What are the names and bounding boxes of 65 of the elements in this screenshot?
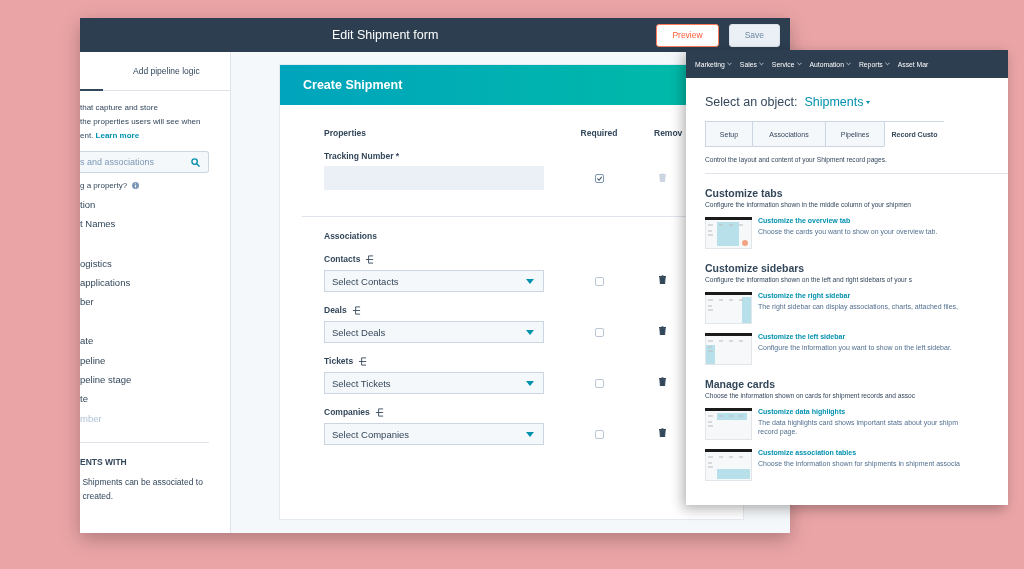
property-item[interactable]: ate — [80, 331, 230, 351]
caret-icon — [526, 380, 534, 386]
select-dropdown[interactable]: Select Contacts — [324, 270, 544, 292]
field-label: Tracking Number * — [324, 151, 400, 161]
property-item[interactable]: peline stage — [80, 370, 230, 390]
page-thumbnail-drawing — [705, 449, 752, 481]
checkbox[interactable] — [594, 429, 604, 439]
trash-icon[interactable] — [659, 428, 666, 437]
column-header: Properties — [324, 128, 368, 138]
property-item[interactable]: ber — [80, 292, 230, 312]
property-item[interactable]: applications — [80, 272, 230, 293]
section-heading: ENTS WITH — [80, 456, 128, 467]
page-thumbnail-drawing — [705, 217, 752, 249]
association-icon[interactable] — [365, 254, 375, 264]
association-icon[interactable] — [374, 407, 384, 417]
checkbox[interactable] — [594, 276, 604, 286]
caret-icon — [526, 278, 534, 284]
object-selector[interactable]: Shipments — [804, 95, 871, 109]
learn-more-link[interactable]: Learn more — [95, 131, 140, 140]
section-heading: Manage cards — [705, 378, 777, 390]
property-item[interactable]: ogistics — [80, 253, 230, 273]
caret-icon — [866, 100, 871, 104]
caret-icon — [526, 329, 534, 335]
column-header: Remov — [654, 128, 684, 138]
trash-icon[interactable] — [659, 326, 666, 335]
field-label: Contacts — [324, 254, 361, 264]
select-dropdown[interactable]: Select Companies — [324, 423, 544, 445]
field-label: Companies — [324, 407, 370, 417]
select-dropdown[interactable]: Select Tickets — [324, 372, 544, 394]
page-thumbnail-drawing — [705, 292, 752, 324]
intro-text: that capture and store the properties users will see when ent. Learn more — [80, 102, 202, 142]
association-icon[interactable] — [358, 356, 368, 366]
info-icon[interactable] — [132, 182, 140, 189]
section-heading: Customize tabs — [705, 187, 784, 199]
checkbox[interactable] — [594, 327, 604, 337]
active-tab-indicator — [80, 89, 103, 91]
sidebar-tab[interactable]: Add pipeline logic — [133, 66, 200, 76]
page-thumbnail-drawing — [705, 333, 752, 365]
property-item[interactable]: peline — [80, 350, 230, 371]
trash-icon[interactable] — [659, 275, 666, 284]
column-header: Required — [579, 128, 619, 138]
checkbox[interactable] — [594, 174, 604, 183]
search-field[interactable]: s and associations — [80, 151, 209, 173]
section-heading: Customize sidebars — [705, 262, 806, 274]
note-text: Shipments can be associated to created. — [81, 475, 204, 503]
help-text: g a property? — [80, 181, 128, 190]
window-title: Edit Shipment form — [332, 28, 440, 42]
chevron-icon — [758, 62, 764, 66]
field-label: Tickets — [324, 356, 354, 366]
chevron-icon — [796, 62, 802, 66]
property-item[interactable]: te — [80, 389, 230, 409]
property-item[interactable]: tion — [80, 195, 230, 215]
search-icon — [191, 158, 200, 167]
chevron-icon — [884, 62, 890, 66]
caret-icon — [526, 431, 534, 437]
property-item[interactable]: t Names — [80, 214, 230, 234]
chevron-icon — [726, 62, 732, 66]
chevron-icon — [845, 62, 851, 66]
checkbox[interactable] — [594, 378, 604, 388]
trash-icon[interactable] — [659, 377, 666, 386]
section-heading: Associations — [324, 231, 378, 241]
association-icon[interactable] — [351, 305, 361, 315]
page-thumbnail-drawing — [705, 408, 752, 440]
select-dropdown[interactable]: Select Deals — [324, 321, 544, 343]
field-label: Deals — [324, 305, 347, 315]
